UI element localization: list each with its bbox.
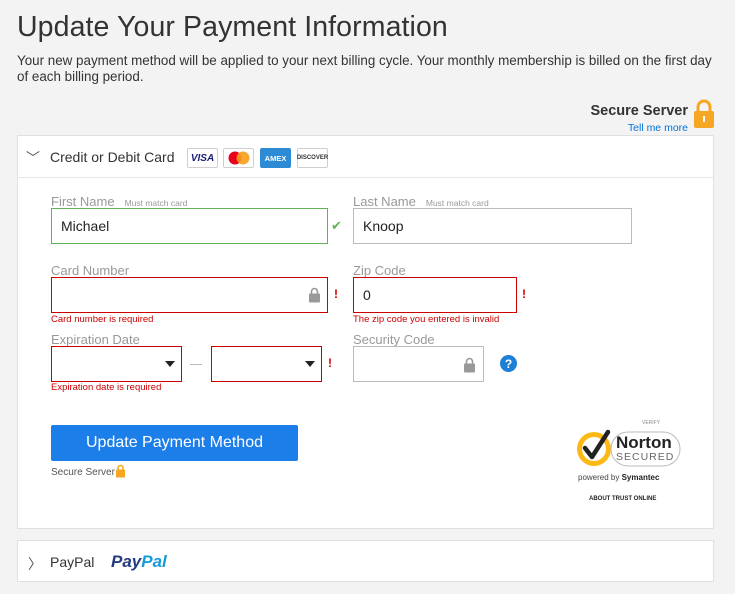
paypal-logo-part-b: Pal [141,552,167,571]
secure-server-note: Secure Server [51,467,115,478]
checkmark-icon: ✔ [331,218,342,233]
zip-code-value: 0 [363,287,371,303]
credit-card-panel-header[interactable]: ﹀ Credit or Debit Card VISA AMEX DISCOVE… [18,136,713,178]
paypal-logo-icon: PayPal [111,552,167,572]
intro-text: Your new payment method will be applied … [17,53,712,84]
zip-code-label: Zip Code [353,263,406,278]
norton-name: Norton [616,433,672,452]
help-icon[interactable]: ? [500,355,517,372]
chevron-down-icon: ﹀ [26,150,40,166]
lock-icon [309,287,320,303]
chevron-down-icon [305,361,315,367]
first-name-field[interactable]: Michael [51,208,328,244]
discover-logo-icon: DISCOVER [297,148,328,168]
expiration-date-label: Expiration Date [51,332,140,347]
card-number-error-icon: ! [334,287,338,301]
paypal-logo-part-a: Pay [111,552,142,571]
expiration-month-select[interactable] [51,346,182,382]
first-name-hint: Must match card [124,198,188,208]
zip-code-field[interactable]: 0 [353,277,517,313]
date-separator [190,364,202,365]
paypal-label: PayPal [50,554,95,570]
expiration-year-select[interactable] [211,346,322,382]
norton-powered-prefix: powered by [578,473,620,482]
norton-powered-brand: Symantec [621,473,660,482]
last-name-hint: Must match card [425,198,489,208]
secure-server-label: Secure Server [590,103,688,119]
chevron-down-icon [165,361,175,367]
security-code-label: Security Code [353,332,435,347]
lock-icon [694,99,714,128]
first-name-value: Michael [61,218,110,234]
card-number-error: Card number is required [51,314,154,325]
credit-card-panel: ﹀ Credit or Debit Card VISA AMEX DISCOVE… [17,135,714,529]
last-name-field[interactable]: Knoop [353,208,632,244]
zip-code-error: The zip code you entered is invalid [353,314,500,325]
mastercard-logo-icon [223,148,254,168]
credit-card-label: Credit or Debit Card [50,149,175,165]
last-name-label: Last Name Must match card [353,194,489,209]
card-number-label: Card Number [51,263,130,278]
expiration-date-error: Expiration date is required [51,382,162,393]
chevron-right-icon: 〉 [28,556,42,572]
norton-secured-text: SECURED [616,451,675,463]
card-number-field[interactable] [51,277,328,313]
lock-icon [464,357,475,373]
page-title: Update Your Payment Information [17,11,448,43]
last-name-value: Knoop [363,218,404,234]
lock-icon [116,464,125,478]
paypal-panel[interactable]: 〉 PayPal PayPal [17,540,714,582]
first-name-label-text: First Name [51,194,115,209]
norton-powered-by: powered by Symantec [578,473,659,482]
zip-code-error-icon: ! [522,287,526,301]
norton-about-link[interactable]: ABOUT TRUST ONLINE [589,496,656,502]
amex-logo-icon: AMEX [260,148,291,168]
update-payment-method-button[interactable]: Update Payment Method [51,425,298,461]
norton-verify-text: VERIFY [642,420,661,426]
last-name-label-text: Last Name [353,194,416,209]
visa-logo-icon: VISA [187,148,218,168]
expiration-error-icon: ! [328,356,332,370]
tell-me-more-link[interactable]: Tell me more [628,122,688,134]
first-name-label: First Name Must match card [51,194,187,209]
